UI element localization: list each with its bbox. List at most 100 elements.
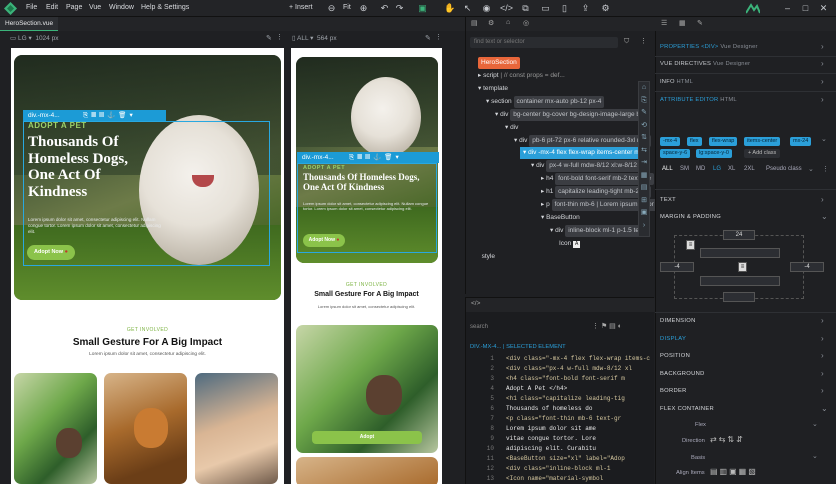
code-search-input[interactable]: search [470,322,580,333]
sliders-icon[interactable]: ☰ [661,19,667,27]
tree-row[interactable]: ▾ BaseButton [541,212,580,224]
chevron-right-icon[interactable]: › [821,59,824,68]
code-line[interactable]: Thousands of homeless do [506,405,592,412]
brush-icon[interactable]: ✎ [697,19,703,27]
add-class-button[interactable]: + Add class [744,149,781,158]
eye-icon[interactable]: ◉ [481,3,492,14]
class-chip[interactable]: flex-wrap [709,137,738,146]
chevron-right-icon[interactable]: › [821,334,824,343]
tree-row[interactable]: Icon A [559,238,581,250]
tree-row[interactable]: ▾ div px-4 w-full mdw-8/12 xl:w-8/12 [531,160,640,172]
margin-bottom-input[interactable] [723,292,755,302]
code-line[interactable]: <div class="px-4 w-full mdw-8/12 xl [506,365,632,372]
palette-icon[interactable]: ▦ [679,19,686,27]
code-line[interactable]: vitae congue tortor. Lore [506,435,596,442]
fit-button[interactable]: Fit [343,4,351,11]
pseudo-class-select[interactable]: Pseudo class [766,166,802,172]
chevron-right-icon[interactable]: › [821,77,824,86]
zoom-out-icon[interactable]: ⊖ [326,3,337,14]
code-icon[interactable]: </> [500,3,513,14]
styles-icon[interactable]: ◎ [523,19,529,27]
selection-actions-icon[interactable]: ⎘▦▤⚓🗑▾ [83,110,136,121]
class-chip[interactable]: lg:space-y-0 [696,149,732,158]
flex-container-section[interactable]: FLEX CONTAINER [660,406,714,412]
chevron-down-icon[interactable]: ⌄ [821,212,828,221]
edit-icon[interactable]: ✎ [266,34,272,42]
attribute-editor-header[interactable]: ATTRIBUTE EDITOR HTML [660,97,737,103]
adopt-card-button[interactable]: Adopt [312,431,422,444]
class-chip[interactable]: flex [687,137,702,146]
tablet-icon[interactable]: ▯ [559,3,570,14]
bp-all[interactable]: ALL [662,166,673,172]
chevron-right-icon[interactable]: › [821,95,824,104]
code-line[interactable]: <Icon name="material-symbol [506,475,603,482]
tab-herosection[interactable]: HeroSection.vue [0,17,58,31]
bp-md[interactable]: MD [696,166,705,172]
tree-search-input[interactable]: find text or selector [470,37,618,48]
bp-sm[interactable]: SM [680,166,689,172]
maximize-icon[interactable]: □ [800,3,811,14]
code-nav-icons[interactable]: ⋮ ⚑ ▤ ◐ [592,322,622,330]
edit-icon-2[interactable]: ✎ [425,34,431,42]
link-icon[interactable]: ≡ [738,262,747,272]
info-header[interactable]: INFO HTML [660,79,693,85]
code-line[interactable]: Adopt A Pet </h4> [506,385,567,392]
code-line[interactable]: Lorem ipsum dolor sit ame [506,425,596,432]
code-line[interactable]: <p class="font-thin mb-6 text-gr [506,415,621,422]
code-line[interactable]: <div class="inline-block ml-1 [506,465,610,472]
share-icon[interactable]: ⇪ [580,3,591,14]
settings-icon[interactable]: ⚙ [600,3,611,14]
bp-lg[interactable]: LG [713,166,721,172]
margin-left-input[interactable]: -4 [660,262,694,272]
filter-icon[interactable]: ⛉ [624,38,629,46]
selection-toolbar-sm[interactable]: div.-mx-4... ⎘▦▤⚓🗑▾ [297,152,439,163]
display-section[interactable]: DISPLAY [660,336,686,342]
tree-row[interactable]: ▸ script | // const props = def... [478,70,565,82]
layers-icon[interactable]: ▤ [471,19,478,27]
align-items-buttons[interactable]: ▤▥▣▦▧ [710,467,758,476]
tree-row[interactable]: ▾ section container mx-auto pb-12 px-4 [486,96,605,108]
more-icon-3[interactable]: ⋮ [822,165,829,173]
code-line[interactable]: <h4 class="font-bold font-serif m [506,375,625,382]
padding-bottom-input[interactable] [700,276,780,286]
chevron-right-icon[interactable]: › [821,195,824,204]
tree-row[interactable]: ▾ div [505,122,518,134]
class-chip[interactable]: space-y-6 [660,149,691,158]
properties-header[interactable]: PROPERTIES <DIV> Vue Designer [660,44,758,50]
menu-file[interactable]: File [26,4,37,11]
dimension-section[interactable]: DIMENSION [660,318,696,324]
redo-icon[interactable]: ↷ [394,3,405,14]
text-section[interactable]: TEXT [660,197,676,203]
preview-icon[interactable]: ⧉ [520,3,531,14]
chevron-down-icon[interactable]: ⌄ [812,420,818,428]
tree-row-selected[interactable]: ▾ div -mx-4 flex flex-wrap items-center … [520,147,646,159]
tree-row[interactable]: ▾ template [478,83,508,95]
chevron-right-icon[interactable]: › [821,369,824,378]
preview-all-size[interactable]: ALL [297,35,308,42]
class-chip[interactable]: items-center [744,137,781,146]
preview-lg-size[interactable]: LG [18,35,27,42]
direction-buttons[interactable]: ⇄⇆⇅⇵ [710,435,745,444]
menu-window[interactable]: Window [109,4,134,11]
border-section[interactable]: BORDER [660,388,687,394]
cursor-icon[interactable]: ↖ [462,3,473,14]
bp-xl[interactable]: XL [728,166,735,172]
position-section[interactable]: POSITION [660,353,690,359]
selection-toolbar-lg[interactable]: div.-mx-4... ⎘▦▤⚓🗑▾ [23,110,166,121]
selection-actions-icon-sm[interactable]: ⎘▦▤⚓🗑▾ [349,152,402,163]
code-tab-icon[interactable]: </> [471,300,480,307]
undo-icon[interactable]: ↶ [379,3,390,14]
vue-directives-header[interactable]: VUE DIRECTIVES Vue Designer [660,61,750,67]
margin-padding-section[interactable]: MARGIN & PADDING [660,214,721,220]
selection-box-sm[interactable] [297,163,437,253]
chevron-right-icon[interactable]: › [821,386,824,395]
tree-row[interactable]: HeroSection [478,57,520,69]
tree-actions-icon[interactable]: ⌂ ⎘ ✎ ⟲ ⇅ ⇆ ⇥ ▦ ▤ ⊞ ▣ › [639,82,649,232]
more-icon[interactable]: ⋮ [276,33,283,41]
insert-button[interactable]: + Insert [289,4,313,11]
tree-row[interactable]: ▾ div inline-block ml-1 p-1.5 text- [550,225,650,237]
menu-vue[interactable]: Vue [89,4,101,11]
class-chip[interactable]: -mx-4 [660,137,681,146]
hand-icon[interactable]: ✋ [444,3,455,14]
zoom-in-icon[interactable]: ⊕ [358,3,369,14]
